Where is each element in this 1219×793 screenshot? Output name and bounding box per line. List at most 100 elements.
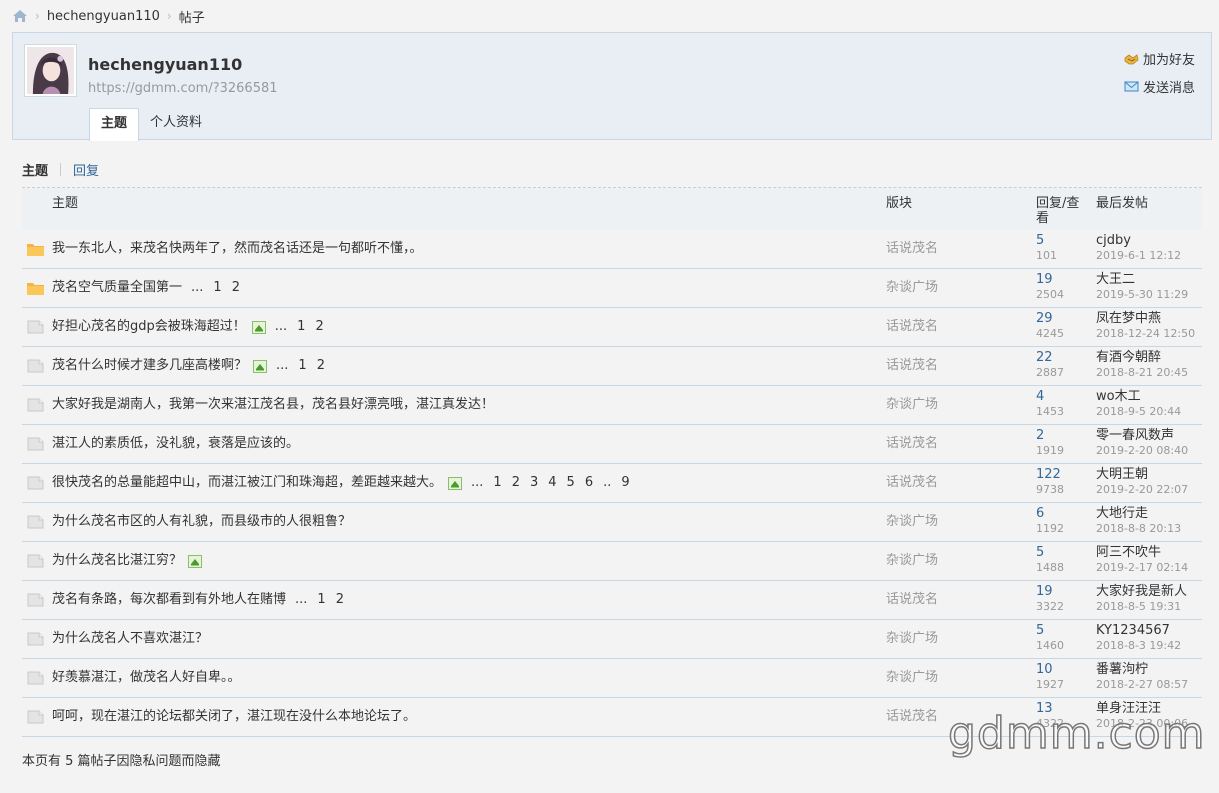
last-poster[interactable]: 大地行走 (1096, 507, 1148, 521)
topic-title[interactable]: 湛江人的素质低，没礼貌，衰落是应该的。 (52, 425, 299, 463)
last-post-time[interactable]: 2018-12-24 12:50 (1096, 327, 1195, 341)
topic-title[interactable]: 很快茂名的总量能超中山，而湛江被江门和珠海超，差距越来越大。... 1 2 3 4 5 6.… (52, 464, 635, 502)
topic-title-text[interactable]: 呵呵，现在湛江的论坛都关闭了，湛江现在没什么本地论坛了。 (52, 698, 416, 736)
forum-link[interactable]: 话说茂名 (886, 347, 938, 385)
page-link[interactable]: 1 (213, 280, 221, 295)
forum-link[interactable]: 杂谈广场 (886, 503, 938, 541)
reply-count[interactable]: 122 (1036, 468, 1061, 482)
reply-count[interactable]: 22 (1036, 351, 1053, 365)
topic-title-text[interactable]: 大家好我是湖南人，我第一次来湛江茂名县，茂名县好漂亮哦，湛江真发达！ (52, 386, 494, 424)
reply-count[interactable]: 5 (1036, 546, 1044, 560)
page-link[interactable]: 9 (621, 475, 629, 490)
last-post-time[interactable]: 2018-8-3 19:42 (1096, 639, 1181, 653)
last-poster[interactable]: 大家好我是新人 (1096, 585, 1187, 599)
page-link[interactable]: 1 (298, 358, 306, 373)
avatar[interactable] (24, 44, 77, 97)
home-icon[interactable] (12, 9, 28, 23)
topic-title[interactable]: 好羡慕湛江，做茂名人好自卑。。 (52, 659, 241, 697)
forum-link[interactable]: 话说茂名 (886, 698, 938, 736)
topic-title[interactable]: 茂名有条路，每次都看到有外地人在赌博... 1 2 (52, 581, 349, 619)
topic-title[interactable]: 好担心茂名的gdp会被珠海超过！... 1 2 (52, 308, 329, 346)
page-link[interactable]: 1 (317, 592, 325, 607)
forum-link[interactable]: 杂谈广场 (886, 620, 938, 658)
last-poster[interactable]: 零一春风数声 (1096, 429, 1174, 443)
last-post-time[interactable]: 2018-8-21 20:45 (1096, 366, 1188, 380)
last-poster[interactable]: 大王二 (1096, 273, 1135, 287)
last-post-time[interactable]: 2019-5-30 11:29 (1096, 288, 1188, 302)
last-poster[interactable]: 凤在梦中燕 (1096, 312, 1161, 326)
send-message-button[interactable]: 发送消息 (1124, 77, 1195, 96)
last-poster[interactable]: cjdby (1096, 234, 1131, 248)
last-post-time[interactable]: 2019-2-17 02:14 (1096, 561, 1188, 575)
page-link[interactable]: 2 (315, 319, 323, 334)
topic-title-text[interactable]: 茂名有条路，每次都看到有外地人在赌博 (52, 581, 286, 619)
last-poster[interactable]: 番薯泃柠 (1096, 663, 1148, 677)
last-post-time[interactable]: 2018-8-5 19:31 (1096, 600, 1181, 614)
profile-url[interactable]: https://gdmm.com/?3266581 (88, 81, 278, 96)
reply-count[interactable]: 10 (1036, 663, 1053, 677)
tab-profile[interactable]: 个人资料 (139, 108, 213, 140)
page-link[interactable]: 2 (336, 592, 344, 607)
topic-title-text[interactable]: 为什么茂名比湛江穷？ (52, 542, 182, 580)
topic-title[interactable]: 为什么茂名人不喜欢湛江？ (52, 620, 208, 658)
page-link[interactable]: 6 (585, 475, 593, 490)
topic-title[interactable]: 茂名空气质量全国第一... 1 2 (52, 269, 245, 307)
last-poster[interactable]: wo木工 (1096, 390, 1141, 404)
reply-count[interactable]: 6 (1036, 507, 1044, 521)
last-poster[interactable]: 有酒今朝醉 (1096, 351, 1161, 365)
forum-link[interactable]: 话说茂名 (886, 464, 938, 502)
last-poster[interactable]: KY1234567 (1096, 624, 1170, 638)
forum-link[interactable]: 话说茂名 (886, 308, 938, 346)
last-post-time[interactable]: 2019-2-20 22:07 (1096, 483, 1188, 497)
reply-count[interactable]: 2 (1036, 429, 1044, 443)
page-link[interactable]: 5 (567, 475, 575, 490)
topic-title-text[interactable]: 很快茂名的总量能超中山，而湛江被江门和珠海超，差距越来越大。 (52, 464, 442, 502)
last-post-time[interactable]: 2019-2-20 08:40 (1096, 444, 1188, 458)
reply-count[interactable]: 4 (1036, 390, 1044, 404)
last-post-time[interactable]: 2019-6-1 12:12 (1096, 249, 1181, 263)
forum-link[interactable]: 话说茂名 (886, 230, 938, 268)
topic-title-text[interactable]: 好担心茂名的gdp会被珠海超过！ (52, 308, 246, 346)
topic-title-text[interactable]: 茂名空气质量全国第一 (52, 269, 182, 307)
topic-title[interactable]: 大家好我是湖南人，我第一次来湛江茂名县，茂名县好漂亮哦，湛江真发达！ (52, 386, 494, 424)
topic-title-text[interactable]: 为什么茂名人不喜欢湛江？ (52, 620, 208, 658)
page-link[interactable]: 2 (232, 280, 240, 295)
forum-link[interactable]: 杂谈广场 (886, 542, 938, 580)
topic-title-text[interactable]: 湛江人的素质低，没礼貌，衰落是应该的。 (52, 425, 299, 463)
forum-link[interactable]: 杂谈广场 (886, 386, 938, 424)
topic-title-text[interactable]: 茂名什么时候才建多几座高楼啊？ (52, 347, 247, 385)
topic-title[interactable]: 茂名什么时候才建多几座高楼啊？... 1 2 (52, 347, 330, 385)
forum-link[interactable]: 话说茂名 (886, 581, 938, 619)
reply-count[interactable]: 19 (1036, 585, 1053, 599)
topic-title-text[interactable]: 为什么茂名市区的人有礼貌，而县级市的人很粗鲁？ (52, 503, 351, 541)
last-post-time[interactable]: 2018-2-27 08:57 (1096, 678, 1188, 692)
add-friend-button[interactable]: 加为好友 (1124, 49, 1195, 68)
page-link[interactable]: 2 (317, 358, 325, 373)
topic-title[interactable]: 呵呵，现在湛江的论坛都关闭了，湛江现在没什么本地论坛了。 (52, 698, 416, 736)
reply-count[interactable]: 19 (1036, 273, 1053, 287)
last-poster[interactable]: 阿三不吹牛 (1096, 546, 1161, 560)
subtab-replies[interactable]: 回复 (73, 160, 99, 179)
topic-title-text[interactable]: 好羡慕湛江，做茂名人好自卑。。 (52, 659, 241, 697)
tab-topics[interactable]: 主题 (89, 108, 140, 141)
page-link[interactable]: 2 (512, 475, 520, 490)
topic-title[interactable]: 我一东北人，来茂名快两年了，然而茂名话还是一句都听不懂，。 (52, 230, 423, 268)
page-link[interactable]: 4 (548, 475, 556, 490)
forum-link[interactable]: 杂谈广场 (886, 269, 938, 307)
page-link[interactable]: 3 (530, 475, 538, 490)
last-post-time[interactable]: 2018-8-8 20:13 (1096, 522, 1181, 536)
forum-link[interactable]: 话说茂名 (886, 425, 938, 463)
topic-title[interactable]: 为什么茂名市区的人有礼貌，而县级市的人很粗鲁？ (52, 503, 351, 541)
topic-title-text[interactable]: 我一东北人，来茂名快两年了，然而茂名话还是一句都听不懂，。 (52, 230, 423, 268)
subtab-topics[interactable]: 主题 (22, 160, 48, 179)
breadcrumb-user-link[interactable]: hechengyuan110 (47, 9, 160, 24)
reply-count[interactable]: 29 (1036, 312, 1053, 326)
page-link[interactable]: 1 (493, 475, 501, 490)
page-link[interactable]: 1 (297, 319, 305, 334)
forum-link[interactable]: 杂谈广场 (886, 659, 938, 697)
last-poster[interactable]: 大明王朝 (1096, 468, 1148, 482)
last-post-time[interactable]: 2018-9-5 20:44 (1096, 405, 1181, 419)
topic-title[interactable]: 为什么茂名比湛江穷？ (52, 542, 203, 580)
reply-count[interactable]: 5 (1036, 624, 1044, 638)
reply-count[interactable]: 5 (1036, 234, 1044, 248)
